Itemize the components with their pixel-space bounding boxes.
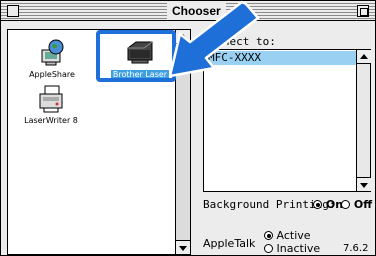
device-list-scrollbar[interactable] — [175, 30, 190, 254]
appletalk-label: AppleTalk — [203, 237, 256, 250]
connect-to-label: Connect to: — [203, 35, 276, 48]
appleshare-icon — [36, 38, 68, 68]
close-box[interactable] — [7, 5, 19, 17]
scroll-up-arrow-icon[interactable] — [176, 30, 190, 44]
device-label: AppleShare — [29, 70, 75, 79]
device-label: LaserWriter 8 — [24, 116, 78, 125]
appletalk-active-radio[interactable]: Active — [264, 229, 311, 242]
scroll-down-arrow-icon[interactable] — [176, 240, 190, 254]
radio-selected-icon[interactable] — [313, 200, 322, 209]
scroll-down-arrow-icon[interactable] — [357, 177, 371, 191]
chooser-window: Chooser AppleShare LaserWriter 8 Brother… — [0, 0, 376, 256]
printer-list-scrollbar[interactable] — [356, 50, 371, 191]
printer-row[interactable]: MFC-XXXX — [205, 51, 357, 65]
selection-highlight-frame — [96, 30, 176, 82]
radio-label: Inactive — [276, 242, 321, 255]
radio-icon[interactable] — [264, 244, 273, 253]
radio-icon[interactable] — [341, 200, 350, 209]
radio-selected-icon[interactable] — [264, 231, 273, 240]
radio-label: Off — [353, 198, 373, 211]
radio-label: Active — [276, 229, 311, 242]
scroll-up-arrow-icon[interactable] — [357, 50, 371, 64]
device-appleshare[interactable]: AppleShare — [22, 38, 82, 79]
background-printing-on-radio[interactable]: On — [313, 198, 343, 211]
appletalk-inactive-radio[interactable]: Inactive — [264, 242, 320, 255]
title-bar[interactable]: Chooser — [1, 1, 375, 21]
version-label: 7.6.2 — [343, 243, 369, 254]
laserwriter-icon — [35, 84, 67, 114]
device-laserwriter[interactable]: LaserWriter 8 — [16, 84, 86, 125]
background-printing-off-radio[interactable]: Off — [341, 198, 372, 211]
zoom-box[interactable] — [357, 5, 369, 17]
window-title: Chooser — [167, 3, 226, 19]
printer-list[interactable]: MFC-XXXX — [203, 49, 371, 192]
